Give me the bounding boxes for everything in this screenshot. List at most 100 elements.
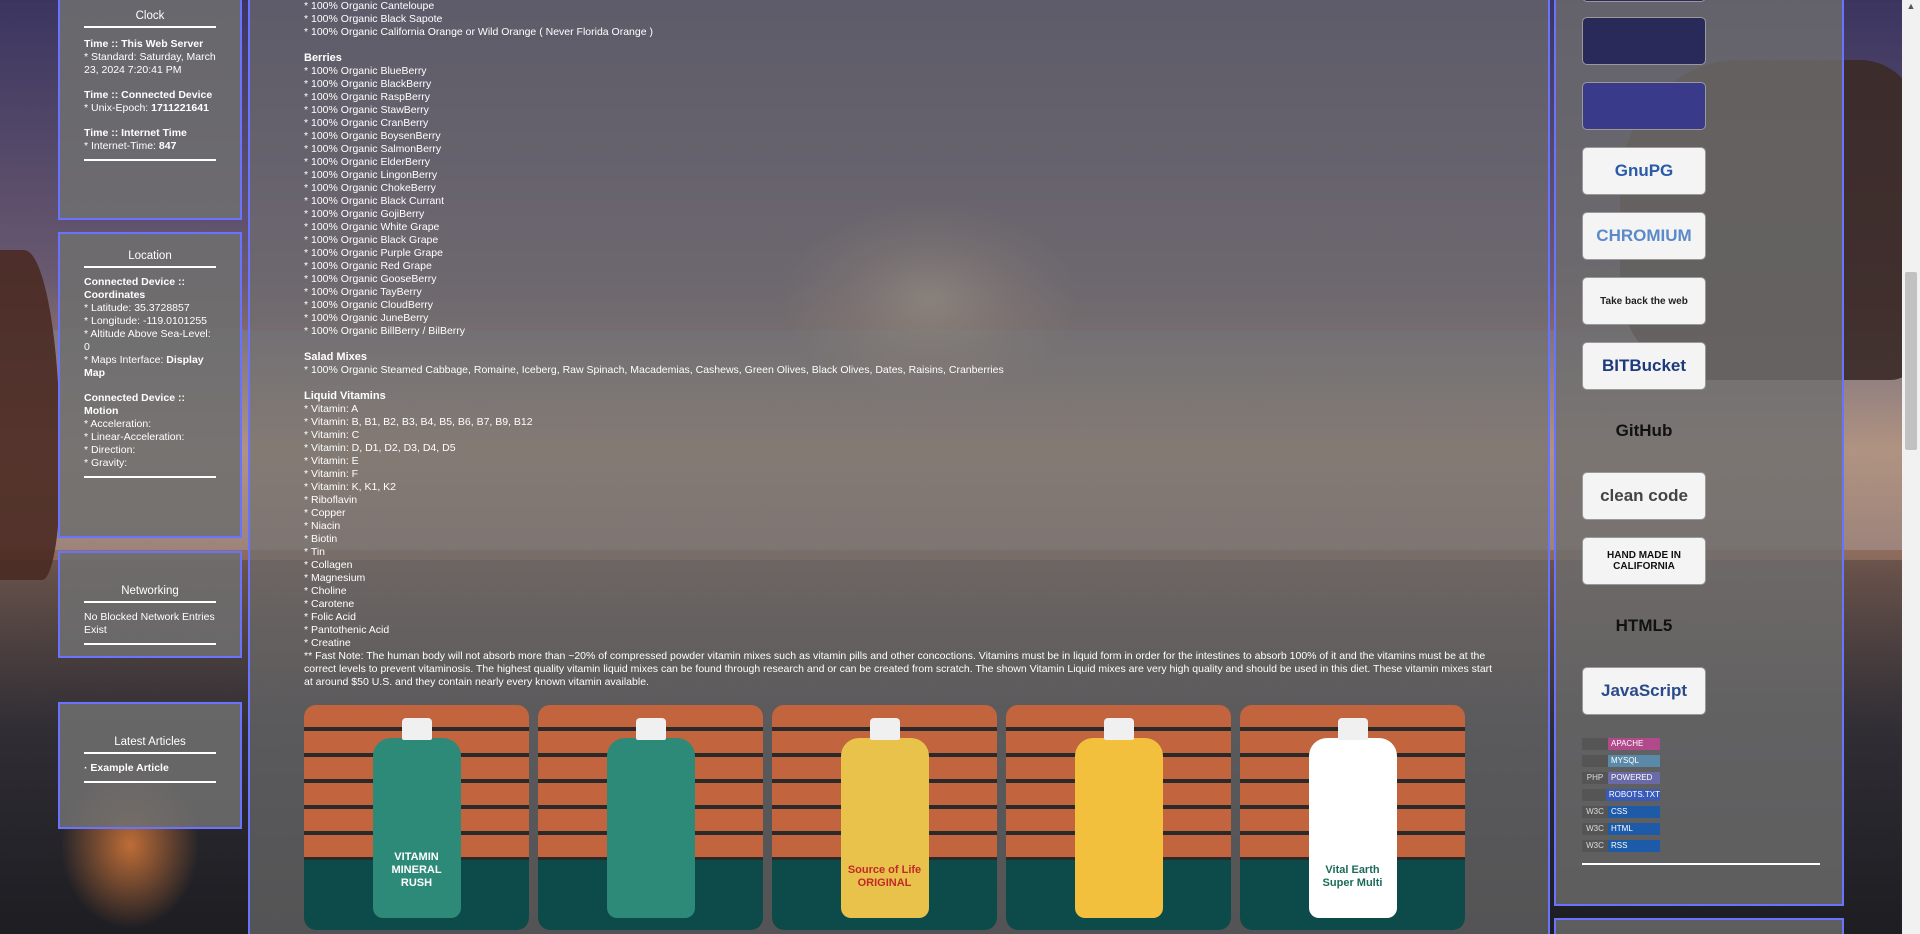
mini-badge-right: MYSQL xyxy=(1608,755,1660,767)
articles-title: Latest Articles xyxy=(84,736,216,754)
linear-acceleration: * Linear-Acceleration: xyxy=(84,431,185,443)
list-item: * 100% Organic LingonBerry xyxy=(304,169,438,181)
list-item: * Vitamin: E xyxy=(304,455,359,467)
list-item: * Pantothenic Acid xyxy=(304,624,390,636)
bottle-label: VITAMIN MINERAL RUSH xyxy=(391,851,442,889)
clean-code-badge[interactable]: clean code xyxy=(1582,472,1706,520)
latitude: * Latitude: 35.3728857 xyxy=(84,302,190,314)
berries-list: * 100% Organic BlueBerry * 100% Organic B… xyxy=(304,65,1494,338)
list-item: * 100% Organic GooseBerry xyxy=(304,273,437,285)
mini-badge[interactable]: PHP POWERED xyxy=(1582,772,1660,784)
badge-text: clean code xyxy=(1600,486,1688,505)
clock-widget: Clock Time :: This Web Server * Standard… xyxy=(58,0,242,220)
vitamin-bottle-photo[interactable]: Source of Life ORIGINAL xyxy=(772,705,997,930)
bottle-cap xyxy=(1103,718,1134,740)
handmade-badge[interactable]: HAND MADE IN CALIFORNIA xyxy=(1582,537,1706,585)
list-item: * 100% Organic GojiBerry xyxy=(304,208,425,220)
divider xyxy=(84,476,216,478)
list-item: * Choline xyxy=(304,585,347,597)
list-item: * Tin xyxy=(304,546,326,558)
security-badge[interactable] xyxy=(1582,17,1706,65)
mini-badge[interactable]: W3C RSS xyxy=(1582,840,1660,852)
chromium-badge[interactable]: CHROMIUM xyxy=(1582,212,1706,260)
gravity: * Gravity: xyxy=(84,457,128,469)
list-item: * Folic Acid xyxy=(304,611,356,623)
list-item: * Vitamin: C xyxy=(304,429,360,441)
unix-epoch: * Unix-Epoch: 1711221641 xyxy=(84,102,209,114)
salad-list: * 100% Organic Steamed Cabbage, Romaine,… xyxy=(304,364,1004,376)
mini-badge[interactable]: W3C CSS xyxy=(1582,806,1660,818)
bottle-cap xyxy=(1337,718,1368,740)
scrollbar-thumb[interactable] xyxy=(1905,272,1917,450)
badge-text: BITBucket xyxy=(1601,356,1687,375)
vitamin-photo-gallery: VITAMIN MINERAL RUSH Source of Life ORIGI… xyxy=(304,705,1465,930)
list-item: * Vitamin: F xyxy=(304,468,359,480)
coordinates-heading: Connected Device :: Coordinates xyxy=(84,276,185,301)
mini-badge[interactable]: APACHE xyxy=(1582,738,1660,750)
salad-heading: Salad Mixes xyxy=(304,351,367,363)
vitamin-bottle-photo[interactable]: VITAMIN MINERAL RUSH xyxy=(304,705,529,930)
list-item: * 100% Organic Red Grape xyxy=(304,260,432,272)
encryption-badge[interactable] xyxy=(1582,82,1706,130)
coordinates: Connected Device :: Coordinates * Latitu… xyxy=(84,276,216,380)
vitamin-bottle-photo[interactable] xyxy=(1006,705,1231,930)
mini-badge-left: W3C xyxy=(1582,840,1608,852)
partial-badge[interactable] xyxy=(1582,0,1706,2)
direction: * Direction: xyxy=(84,444,136,456)
vitamin-bottle xyxy=(1074,738,1163,918)
bottle-cap xyxy=(635,718,666,740)
list-item: * Creatine xyxy=(304,637,351,649)
list-item: * 100% Organic Black Grape xyxy=(304,234,439,246)
list-item: * 100% Organic California Orange or Wild… xyxy=(304,26,653,38)
device-time: Time :: Connected Device * Unix-Epoch: 1… xyxy=(84,89,216,115)
mini-badge[interactable]: ROBOTS.TXT xyxy=(1582,789,1660,801)
list-item: * 100% Organic BlueBerry xyxy=(304,65,427,77)
list-item: * 100% Organic JuneBerry xyxy=(304,312,429,324)
page-scrollbar[interactable]: ▲ xyxy=(1902,0,1920,934)
badge-text: CHROMIUM xyxy=(1596,226,1692,245)
mini-badge-left: W3C xyxy=(1582,806,1608,818)
mini-badge-left xyxy=(1582,789,1606,801)
mini-badge[interactable]: W3C HTML xyxy=(1582,823,1660,835)
list-item: * Riboflavin xyxy=(304,494,358,506)
bitbucket-badge[interactable]: BITBucket xyxy=(1582,342,1706,390)
badge-text: HTML5 xyxy=(1615,616,1673,635)
vitamin-bottle xyxy=(840,738,929,918)
mini-badge[interactable]: MYSQL xyxy=(1582,755,1660,767)
example-article-link[interactable]: · Example Article xyxy=(84,762,169,774)
list-item: * 100% Organic BoysenBerry xyxy=(304,130,441,142)
bottle-cap xyxy=(401,718,432,740)
gnupg-badge[interactable]: GnuPG xyxy=(1582,147,1706,195)
badge-text: GnuPG xyxy=(1614,161,1674,180)
networking-title: Networking xyxy=(84,585,216,603)
internet-time-value: * Internet-Time: 847 xyxy=(84,140,177,152)
server-time-value: * Standard: Saturday, March 23, 2024 7:2… xyxy=(84,51,216,76)
device-time-heading: Time :: Connected Device xyxy=(84,89,213,101)
list-item: * 100% Organic BillBerry / BilBerry xyxy=(304,325,466,337)
html5-badge[interactable]: HTML5 xyxy=(1582,602,1706,650)
vitamin-bottle-photo[interactable] xyxy=(538,705,763,930)
maps-interface: * Maps Interface: Display Map xyxy=(84,354,204,379)
server-time-heading: Time :: This Web Server xyxy=(84,38,204,50)
list-item: * 100% Organic ElderBerry xyxy=(304,156,431,168)
firefox-badge[interactable]: Take back the web xyxy=(1582,277,1706,325)
location-title: Location xyxy=(84,250,216,268)
location-widget: Location Connected Device :: Coordinates… xyxy=(58,232,242,538)
javascript-badge[interactable]: JavaScript xyxy=(1582,667,1706,715)
list-item: * 100% Organic CranBerry xyxy=(304,117,429,129)
background-rock xyxy=(0,250,60,580)
vitamins-list: * Vitamin: A * Vitamin: B, B1, B2, B3, B4… xyxy=(304,403,1494,650)
vitamin-bottle-photo[interactable]: Vital Earth Super Multi xyxy=(1240,705,1465,930)
list-item: * 100% Organic CloudBerry xyxy=(304,299,433,311)
list-item: * 100% Organic BlackBerry xyxy=(304,78,432,90)
list-item: * Niacin xyxy=(304,520,341,532)
list-item: * 100% Organic Canteloupe xyxy=(304,0,435,12)
clock-title: Clock xyxy=(84,10,216,28)
list-item: * 100% Organic TayBerry xyxy=(304,286,422,298)
badge-text: GitHub xyxy=(1615,421,1673,440)
github-badge[interactable]: GitHub xyxy=(1582,407,1706,455)
vitamins-heading: Liquid Vitamins xyxy=(304,390,386,402)
scroll-up-arrow-icon[interactable]: ▲ xyxy=(1902,0,1920,12)
mini-badge-right: RSS xyxy=(1608,840,1660,852)
list-item: * 100% Organic Black Sapote xyxy=(304,13,443,25)
